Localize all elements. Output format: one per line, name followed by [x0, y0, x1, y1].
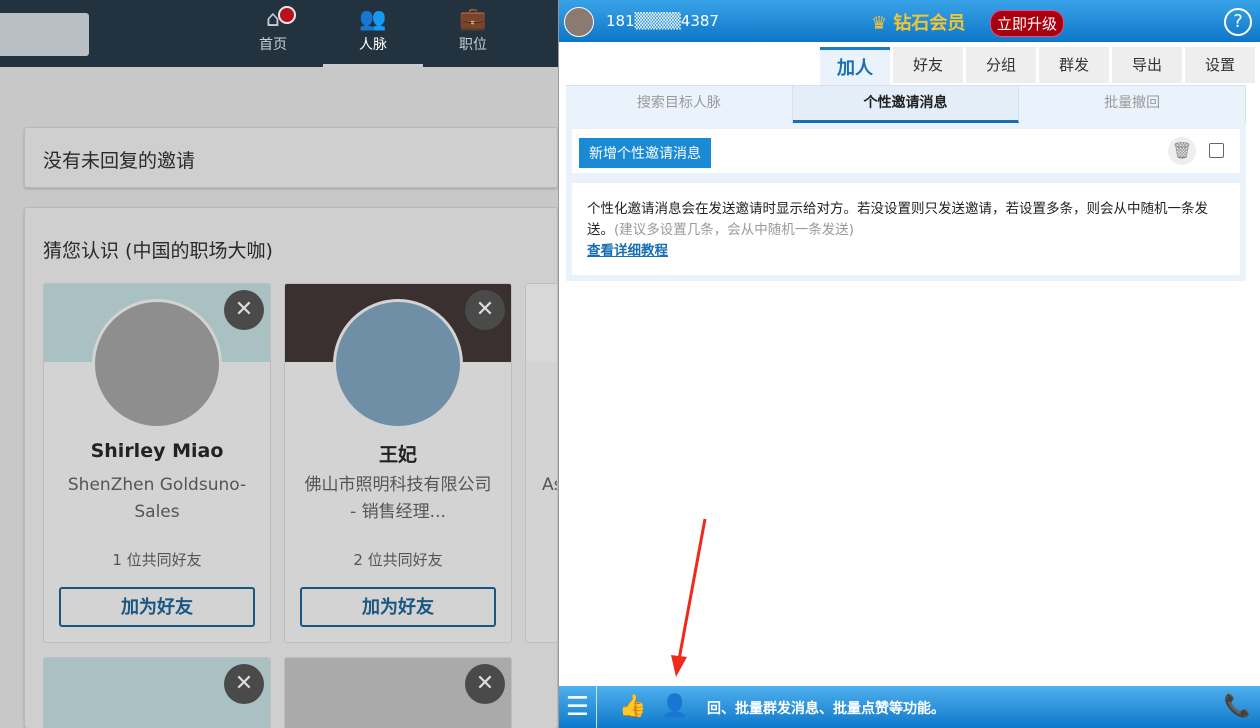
avatar[interactable] — [333, 299, 463, 429]
notification-badge — [278, 6, 296, 24]
thumbs-up-icon[interactable]: 👍 — [619, 694, 646, 719]
phone-icon[interactable]: 📞 — [1224, 694, 1251, 719]
add-friend-button[interactable]: 加为好友 — [300, 587, 496, 627]
invite-message-area: 新增个性邀请消息 🗑 个性化邀请消息会在发送邀请时显示给对方。若没设置则只发送邀… — [566, 123, 1246, 281]
person-card: ✕ — [284, 657, 512, 728]
trash-icon[interactable]: 🗑 — [1168, 137, 1196, 165]
nav-jobs[interactable]: 💼 职位 — [423, 6, 523, 54]
close-icon[interactable]: ✕ — [224, 664, 264, 704]
upgrade-button[interactable]: 立即升级 — [990, 10, 1064, 37]
person-card: ✕ 王妃 佛山市照明科技有限公司 - 销售经理... 2 位共同好友 加为好友 — [284, 283, 512, 643]
person-card: As — [525, 283, 558, 643]
person-card: ✕ Shirley Miao ShenZhen Goldsuno-Sales 1… — [43, 283, 271, 643]
nav-label: 首页 — [259, 37, 287, 53]
help-icon[interactable]: ? — [1224, 8, 1252, 36]
sub-tabs: 搜索目标人脉 个性邀请消息 批量撤回 — [566, 85, 1246, 123]
avatar[interactable] — [564, 7, 594, 37]
panel-footer: ☰ 👍 👤 回、批量群发消息、批量点赞等功能。 📞 — [559, 686, 1260, 728]
panel-header: 181▒▒▒▒4387 ♛ 钻石会员 立即升级 ? — [559, 0, 1260, 42]
info-hint: (建议多设置几条，会从中随机一条发送) — [614, 222, 854, 238]
tab-broadcast[interactable]: 群发 — [1039, 47, 1109, 83]
close-icon[interactable]: ✕ — [465, 664, 505, 704]
tab-settings[interactable]: 设置 — [1185, 47, 1255, 83]
invitations-text: 没有未回复的邀请 — [43, 146, 539, 173]
briefcase-icon: 💼 — [423, 6, 523, 34]
suggestions-title: 猜您认识 (中国的职场大咖) — [43, 236, 539, 263]
vip-label: ♛ 钻石会员 — [871, 9, 965, 35]
subtab-invite-message[interactable]: 个性邀请消息 — [793, 86, 1020, 123]
person-name[interactable]: 王妃 — [285, 440, 511, 467]
subtab-withdraw[interactable]: 批量撤回 — [1019, 86, 1246, 123]
account-phone: 181▒▒▒▒4387 — [606, 12, 719, 30]
person-card: ✕ — [43, 657, 271, 728]
nav-home[interactable]: ⌂ 首页 — [223, 6, 323, 54]
main-tabs: 加人 好友 分组 群发 导出 设置 — [820, 47, 1255, 85]
person-name[interactable]: Shirley Miao — [44, 440, 270, 462]
mutual-friends: 2 位共同好友 — [285, 549, 511, 570]
search-input[interactable] — [0, 13, 89, 56]
tab-groups[interactable]: 分组 — [966, 47, 1036, 83]
crown-icon: ♛ — [871, 13, 887, 34]
menu-icon[interactable]: ☰ — [559, 686, 597, 728]
nav-label: 人脉 — [359, 37, 387, 53]
invitations-box: 没有未回复的邀请 — [24, 127, 558, 188]
linkedin-page: ⌂ 首页 👥 人脉 💼 职位 没有未回复的邀请 猜您认识 (中国的职场大咖) ✕ Sh… — [0, 0, 558, 728]
home-icon: ⌂ — [223, 6, 323, 34]
select-all-checkbox[interactable] — [1209, 143, 1224, 158]
tab-add[interactable]: 加人 — [820, 47, 890, 85]
person-title: ShenZhen Goldsuno-Sales — [60, 472, 254, 526]
tab-export[interactable]: 导出 — [1112, 47, 1182, 83]
footer-marquee: 回、批量群发消息、批量点赞等功能。 — [707, 698, 945, 718]
tab-friends[interactable]: 好友 — [893, 47, 963, 83]
tutorial-link[interactable]: 查看详细教程 — [587, 241, 1225, 262]
nav-label: 职位 — [459, 37, 487, 53]
add-friend-button[interactable]: 加为好友 — [59, 587, 255, 627]
new-message-button[interactable]: 新增个性邀请消息 — [579, 138, 711, 168]
extension-panel: 181▒▒▒▒4387 ♛ 钻石会员 立即升级 ? 加人 好友 分组 群发 导出… — [558, 0, 1260, 728]
person-title: As — [542, 472, 558, 499]
close-icon[interactable]: ✕ — [224, 290, 264, 330]
subtab-search[interactable]: 搜索目标人脉 — [566, 86, 793, 123]
top-nav: ⌂ 首页 👥 人脉 💼 职位 — [0, 0, 558, 67]
nav-network[interactable]: 👥 人脉 — [323, 6, 423, 67]
red-arrow-annotation — [647, 515, 717, 680]
add-user-icon[interactable]: 👤 — [661, 694, 688, 719]
vip-text: 钻石会员 — [893, 13, 965, 34]
avatar[interactable] — [92, 299, 222, 429]
close-icon[interactable]: ✕ — [465, 290, 505, 330]
people-icon: 👥 — [323, 6, 423, 34]
person-title: 佛山市照明科技有限公司 - 销售经理... — [301, 472, 495, 526]
info-box: 个性化邀请消息会在发送邀请时显示给对方。若没设置则只发送邀请，若设置多条，则会从… — [572, 183, 1240, 275]
mutual-friends: 1 位共同好友 — [44, 549, 270, 570]
